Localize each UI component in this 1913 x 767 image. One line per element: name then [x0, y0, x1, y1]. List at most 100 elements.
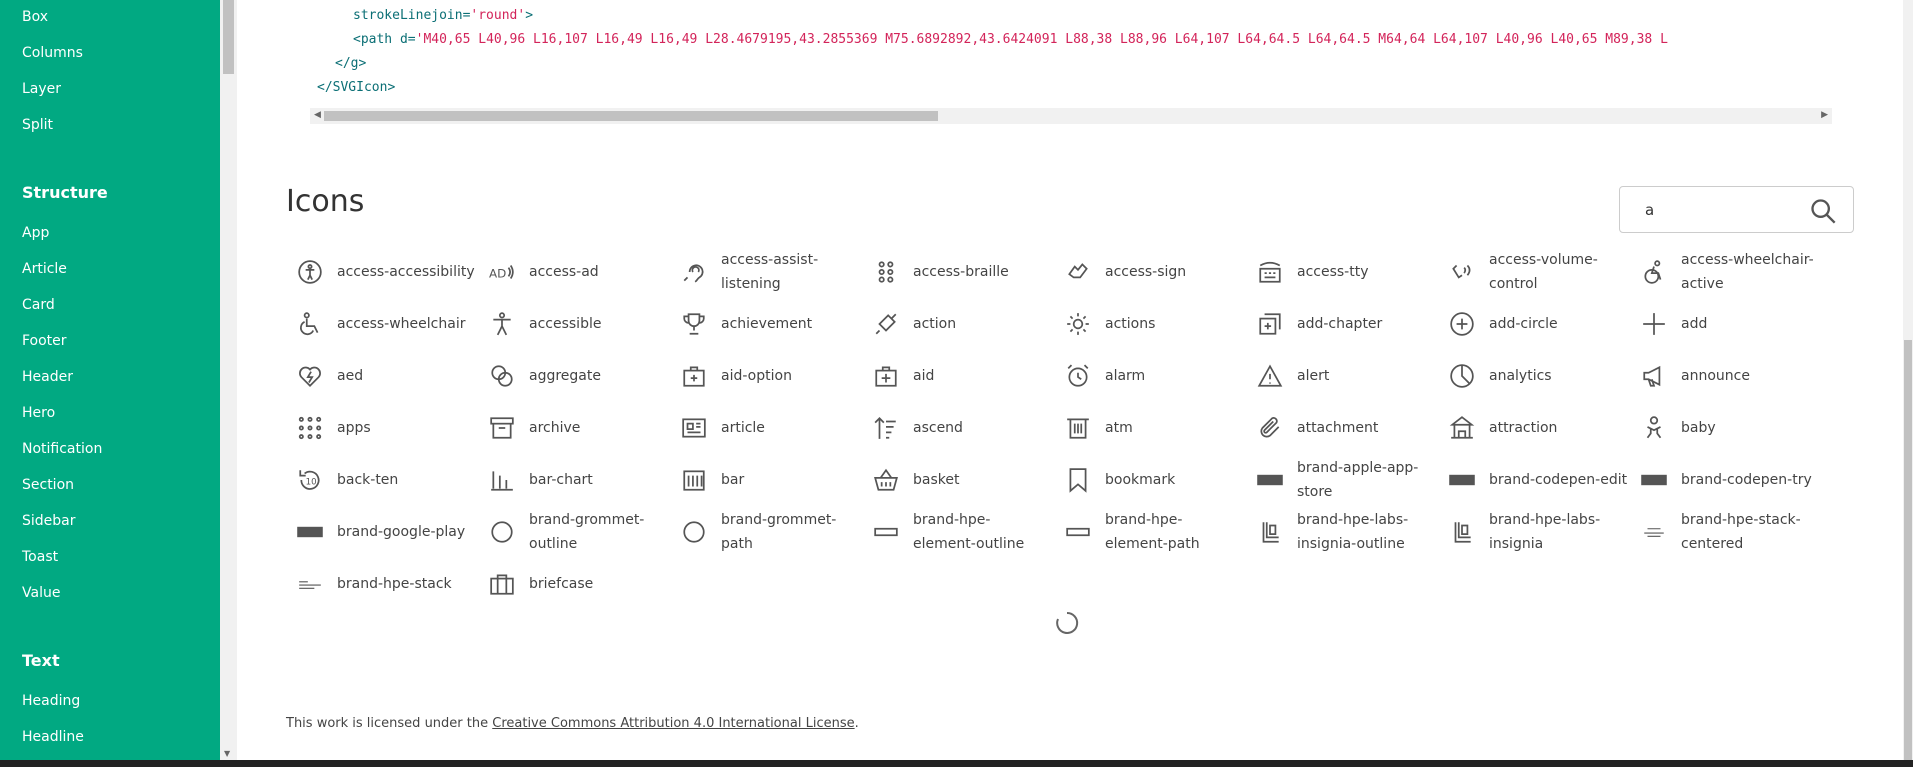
icon-item-brand-hpe-stack[interactable]: brand-hpe-stack: [287, 560, 477, 608]
code-scrollbar-thumb[interactable]: [324, 111, 938, 121]
icon-item-brand-grommet-path[interactable]: brand-grommet-path: [671, 508, 861, 556]
brand-hpe-element-path-icon: [1066, 527, 1090, 537]
icon-item-brand-hpe-element-path[interactable]: brand-hpe-element-path: [1055, 508, 1245, 556]
back-ten-icon: 10: [299, 470, 320, 490]
sidebar-item-heading[interactable]: Heading: [22, 693, 80, 709]
icon-item-alarm[interactable]: alarm: [1055, 352, 1245, 400]
icon-item-accessible[interactable]: accessible: [479, 300, 669, 348]
icon-item-brand-grommet-outline[interactable]: brand-grommet-outline: [479, 508, 669, 556]
scroll-left-arrow-icon[interactable]: ◀: [314, 110, 321, 120]
sidebar-item-header[interactable]: Header: [22, 369, 73, 385]
sidebar-item-card[interactable]: Card: [22, 297, 55, 313]
code-horizontal-scrollbar[interactable]: ◀ ▶: [310, 108, 1832, 124]
icon-item-aggregate[interactable]: aggregate: [479, 352, 669, 400]
icon-item-briefcase[interactable]: briefcase: [479, 560, 669, 608]
icon-item-back-ten[interactable]: 10 back-ten: [287, 456, 477, 504]
icon-item-access-ad[interactable]: AD access-ad: [479, 248, 669, 296]
article-icon: [682, 418, 706, 438]
icon-item-brand-codepen-try[interactable]: brand-codepen-try: [1631, 456, 1821, 504]
icon-item-ascend[interactable]: ascend: [863, 404, 1053, 452]
icon-item-achievement[interactable]: achievement: [671, 300, 861, 348]
icon-label: bar: [721, 472, 745, 488]
icon-label: attraction: [1489, 420, 1558, 436]
code-attr: strokeLinejoin: [353, 8, 463, 23]
icon-item-bookmark[interactable]: bookmark: [1055, 456, 1245, 504]
icon-item-archive[interactable]: archive: [479, 404, 669, 452]
sidebar-item-sidebar[interactable]: Sidebar: [22, 513, 76, 529]
icon-item-add[interactable]: add: [1631, 300, 1821, 348]
icon-item-access-tty[interactable]: access-tty: [1247, 248, 1437, 296]
sidebar-item-footer[interactable]: Footer: [22, 333, 67, 349]
icon-item-atm[interactable]: atm: [1055, 404, 1245, 452]
icon-label: access-wheelchair-active: [1681, 252, 1814, 292]
loading-spinner-icon: [1056, 611, 1079, 634]
sidebar-item-hero[interactable]: Hero: [22, 405, 55, 421]
icon-item-action[interactable]: action: [863, 300, 1053, 348]
sidebar-item-toast[interactable]: Toast: [22, 549, 58, 565]
icon-item-bar-chart[interactable]: bar-chart: [479, 456, 669, 504]
sidebar-item-box[interactable]: Box: [22, 9, 48, 25]
sidebar-item-app[interactable]: App: [22, 225, 49, 241]
page-scrollbar[interactable]: [1903, 0, 1913, 760]
sidebar-item-notification[interactable]: Notification: [22, 441, 102, 457]
icon-item-access-wheelchair[interactable]: access-wheelchair: [287, 300, 477, 348]
add-chapter-icon: [1259, 313, 1281, 335]
icon-item-brand-apple-app-store[interactable]: brand-apple-app-store: [1247, 456, 1437, 504]
sidebar-scrollbar[interactable]: ▼: [220, 0, 237, 760]
brand-hpe-stack-centered-icon: [1644, 528, 1664, 537]
icon-item-announce[interactable]: announce: [1631, 352, 1821, 400]
sidebar-item-headline[interactable]: Headline: [22, 729, 84, 745]
sidebar-item-split[interactable]: Split: [22, 117, 53, 133]
sidebar-item-article[interactable]: Article: [22, 261, 67, 277]
icon-label: brand-hpe-element-outline: [913, 512, 1025, 552]
icon-item-brand-codepen-edit[interactable]: brand-codepen-edit: [1439, 456, 1629, 504]
icon-item-aid[interactable]: aid: [863, 352, 1053, 400]
icon-item-access-assist-listening[interactable]: access-assist-listening: [671, 248, 861, 296]
icon-item-apps[interactable]: apps: [287, 404, 477, 452]
page-scrollbar-thumb[interactable]: [1904, 340, 1912, 760]
actions-icon: [1067, 313, 1089, 335]
icon-search-box[interactable]: [1619, 186, 1854, 233]
icon-item-aid-option[interactable]: aid-option: [671, 352, 861, 400]
access-wheelchair-active-icon: [1644, 260, 1662, 284]
sidebar-item-layer[interactable]: Layer: [22, 81, 61, 97]
icon-item-add-circle[interactable]: add-circle: [1439, 300, 1629, 348]
sidebar-item-columns[interactable]: Columns: [22, 45, 83, 61]
icon-search-input[interactable]: [1621, 188, 1801, 231]
scroll-down-arrow-icon[interactable]: ▼: [224, 749, 230, 758]
icon-item-access-wheelchair-active[interactable]: access-wheelchair-active: [1631, 248, 1821, 296]
icon-label: aed: [337, 368, 364, 384]
icon-item-attachment[interactable]: attachment: [1247, 404, 1437, 452]
icon-item-brand-hpe-element-outline[interactable]: brand-hpe-element-outline: [863, 508, 1053, 556]
icon-label: brand-codepen-edit: [1489, 472, 1628, 488]
icon-item-brand-hpe-labs-insignia[interactable]: brand-hpe-labs-insignia: [1439, 508, 1629, 556]
sidebar-scrollbar-thumb[interactable]: [223, 0, 234, 74]
icon-item-brand-hpe-stack-centered[interactable]: brand-hpe-stack-centered: [1631, 508, 1821, 556]
access-accessibility-icon: [298, 260, 322, 284]
icon-item-baby[interactable]: baby: [1631, 404, 1821, 452]
accessible-icon: [493, 312, 511, 336]
icon-label: aid: [913, 368, 935, 384]
icon-item-access-braille[interactable]: access-braille: [863, 248, 1053, 296]
icon-item-brand-hpe-labs-insignia-outline[interactable]: brand-hpe-labs-insignia-outline: [1247, 508, 1437, 556]
sidebar-item-value[interactable]: Value: [22, 585, 60, 601]
scroll-right-arrow-icon[interactable]: ▶: [1821, 110, 1828, 120]
icon-item-brand-google-play[interactable]: brand-google-play: [287, 508, 477, 556]
sidebar-item-section[interactable]: Section: [22, 477, 74, 493]
license-link[interactable]: Creative Commons Attribution 4.0 Interna…: [492, 716, 854, 731]
search-icon[interactable]: [1809, 197, 1837, 225]
icon-item-add-chapter[interactable]: add-chapter: [1247, 300, 1437, 348]
bar-chart-icon: [491, 471, 513, 491]
icon-item-alert[interactable]: alert: [1247, 352, 1437, 400]
icon-item-bar[interactable]: bar: [671, 456, 861, 504]
icon-item-basket[interactable]: basket: [863, 456, 1053, 504]
icon-item-article[interactable]: article: [671, 404, 861, 452]
icon-item-aed[interactable]: aed: [287, 352, 477, 400]
icon-item-actions[interactable]: actions: [1055, 300, 1245, 348]
icon-item-access-sign[interactable]: access-sign: [1055, 248, 1245, 296]
icon-label: announce: [1681, 368, 1750, 384]
icon-item-access-volume-control[interactable]: access-volume-control: [1439, 248, 1629, 296]
icon-item-access-accessibility[interactable]: access-accessibility: [287, 248, 477, 296]
icon-item-analytics[interactable]: analytics: [1439, 352, 1629, 400]
icon-item-attraction[interactable]: attraction: [1439, 404, 1629, 452]
